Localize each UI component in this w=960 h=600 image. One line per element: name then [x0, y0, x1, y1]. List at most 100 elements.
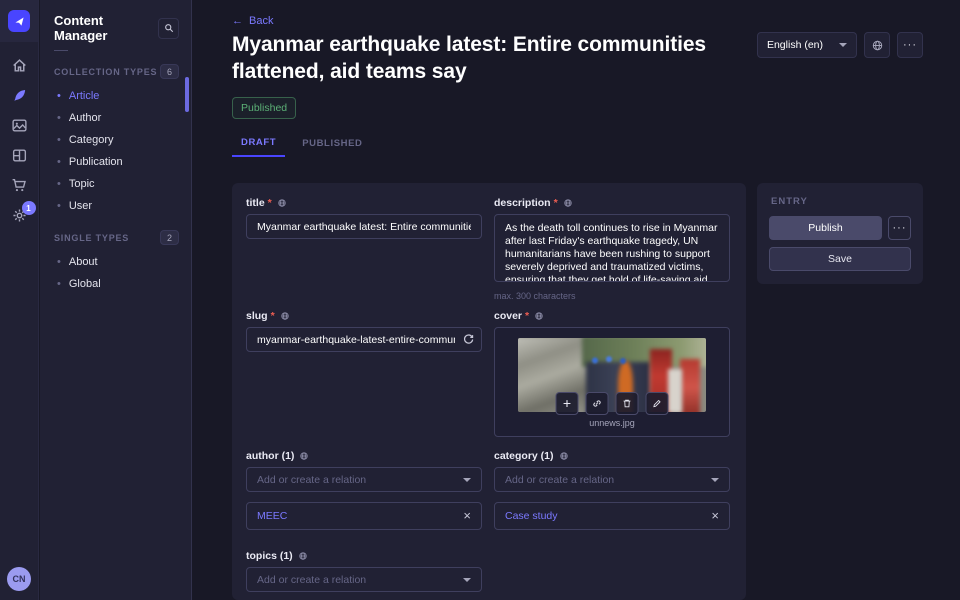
locale-select-value: English (en)	[767, 39, 823, 51]
author-field-label: author (1)	[246, 450, 294, 462]
chevron-down-icon	[463, 578, 471, 582]
user-avatar[interactable]: CN	[7, 567, 31, 591]
cart-icon	[11, 177, 28, 194]
sidebar-item-topic[interactable]: Topic	[40, 173, 191, 195]
locale-field-icon	[298, 551, 308, 561]
more-icon: ···	[893, 226, 907, 230]
author-relation-combobox[interactable]: Add or create a relation	[246, 467, 482, 492]
author-relation-item: MEEC ×	[246, 502, 482, 530]
logo-section	[0, 0, 38, 42]
category-relation-item: Case study ×	[494, 502, 730, 530]
regenerate-slug-button[interactable]	[462, 333, 475, 346]
cover-field-label: cover	[494, 310, 522, 322]
cover-image-region	[680, 359, 701, 412]
locale-field-icon	[534, 311, 544, 321]
notification-badge: 1	[22, 201, 36, 215]
locale-field-icon	[280, 311, 290, 321]
locale-field-icon	[559, 451, 569, 461]
more-icon: ···	[903, 43, 917, 47]
remove-category-relation-button[interactable]: ×	[711, 511, 719, 521]
sidebar-title: Content Manager	[54, 13, 158, 43]
back-link[interactable]: ← Back	[232, 15, 273, 27]
slug-input[interactable]	[246, 327, 482, 352]
pencil-icon	[652, 398, 663, 409]
nav-home[interactable]	[11, 57, 28, 74]
header-more-button[interactable]: ···	[897, 32, 923, 58]
chevron-down-icon	[463, 478, 471, 482]
cover-image-region	[668, 369, 681, 412]
description-textarea[interactable]: As the death toll continues to rise in M…	[494, 214, 730, 282]
remove-author-relation-button[interactable]: ×	[463, 511, 471, 521]
edit-media-button[interactable]	[646, 392, 669, 415]
topics-combobox-placeholder: Add or create a relation	[257, 574, 366, 586]
refresh-icon	[462, 333, 475, 346]
category-field-label: category (1)	[494, 450, 554, 462]
sidebar-item-category[interactable]: Category	[40, 129, 191, 151]
sidebar-item-article[interactable]: Article	[40, 85, 191, 107]
author-field-group: author (1) Add or create a relation MEEC…	[246, 450, 482, 530]
single-types-list: About Global	[40, 251, 191, 295]
image-icon	[11, 117, 28, 134]
nav-settings[interactable]: 1	[11, 207, 28, 224]
main-nav-rail: 1 CN	[0, 0, 39, 600]
page-title: Myanmar earthquake latest: Entire commun…	[232, 31, 797, 85]
required-asterisk: *	[554, 197, 558, 209]
description-field-label: description	[494, 197, 551, 209]
publish-button[interactable]: Publish	[769, 216, 882, 240]
topics-field-label: topics (1)	[246, 550, 293, 562]
link-icon	[592, 398, 603, 409]
sidebar-item-publication[interactable]: Publication	[40, 151, 191, 173]
sidebar-item-author[interactable]: Author	[40, 107, 191, 129]
content-manager-sidebar: Content Manager COLLECTION TYPES 6 Artic…	[40, 0, 192, 600]
tab-list: DRAFT PUBLISHED	[232, 131, 372, 157]
category-relation-combobox[interactable]: Add or create a relation	[494, 467, 730, 492]
collection-types-list: Article Author Category Publication Topi…	[40, 85, 191, 217]
cover-filename: unnews.jpg	[495, 418, 729, 428]
locale-field-icon	[299, 451, 309, 461]
tab-draft[interactable]: DRAFT	[232, 131, 285, 157]
save-button[interactable]: Save	[769, 247, 911, 271]
tab-published[interactable]: PUBLISHED	[293, 131, 371, 157]
nav-media-library[interactable]	[11, 117, 28, 134]
sidebar-item-global[interactable]: Global	[40, 273, 191, 295]
description-field-group: description* As the death toll continues…	[494, 197, 730, 301]
nav-content-type-builder[interactable]	[11, 147, 28, 164]
topics-relation-combobox[interactable]: Add or create a relation	[246, 567, 482, 592]
strapi-logo[interactable]	[8, 10, 30, 32]
pen-icon	[11, 87, 28, 104]
title-input[interactable]	[246, 214, 482, 239]
home-icon	[11, 57, 28, 74]
slug-field-group: slug*	[246, 310, 482, 352]
required-asterisk: *	[271, 310, 275, 322]
category-relation-link[interactable]: Case study	[505, 510, 558, 522]
sidebar-item-about[interactable]: About	[40, 251, 191, 273]
chevron-down-icon	[839, 43, 847, 47]
back-label: Back	[249, 15, 273, 27]
add-media-button[interactable]	[556, 392, 579, 415]
section-label-collection-types: COLLECTION TYPES	[54, 67, 157, 77]
layout-icon	[11, 147, 28, 164]
scrollbar-thumb[interactable]	[185, 77, 189, 112]
cover-field: unnews.jpg	[494, 327, 730, 437]
sidebar-item-user[interactable]: User	[40, 195, 191, 217]
chevron-down-icon	[711, 478, 719, 482]
category-field-group: category (1) Add or create a relation Ca…	[494, 450, 730, 530]
entry-panel-title: ENTRY	[757, 183, 923, 207]
topics-field-group: topics (1) Add or create a relation	[246, 550, 482, 592]
search-button[interactable]	[158, 18, 179, 39]
nav-marketplace[interactable]	[11, 177, 28, 194]
copy-link-button[interactable]	[586, 392, 609, 415]
delete-media-button[interactable]	[616, 392, 639, 415]
status-badge: Published	[232, 97, 296, 119]
nav-content-manager[interactable]	[11, 87, 28, 104]
send-icon	[13, 15, 26, 28]
globe-button[interactable]	[864, 32, 890, 58]
trash-icon	[622, 398, 633, 409]
single-types-count-badge: 2	[160, 230, 179, 245]
title-field-group: title*	[246, 197, 482, 239]
globe-icon	[871, 39, 884, 52]
locale-select[interactable]: English (en)	[757, 32, 857, 58]
author-relation-link[interactable]: MEEC	[257, 510, 287, 522]
entry-more-button[interactable]: ···	[888, 216, 911, 240]
locale-field-icon	[563, 198, 573, 208]
